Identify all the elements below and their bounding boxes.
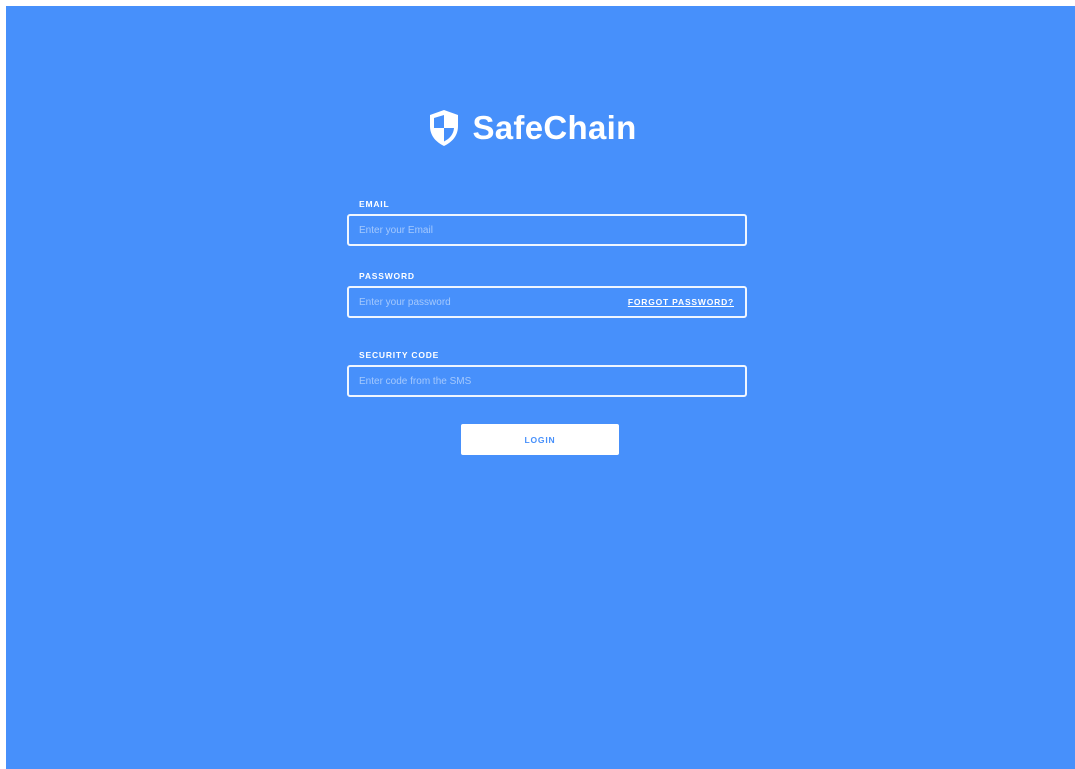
password-label: PASSWORD	[359, 271, 415, 281]
security-code-input[interactable]	[359, 367, 629, 395]
brand-name: SafeChain	[472, 109, 637, 146]
password-field[interactable]: FORGOT PASSWORD?	[347, 286, 747, 318]
login-button[interactable]: LOGIN	[461, 424, 619, 455]
security-code-label: SECURITY CODE	[359, 350, 440, 360]
brand-header: SafeChain	[0, 108, 1075, 148]
brand-logo: SafeChain	[428, 108, 636, 148]
password-input[interactable]	[359, 288, 629, 316]
forgot-password-link[interactable]: FORGOT PASSWORD?	[628, 288, 734, 316]
shield-icon	[430, 110, 459, 146]
email-field[interactable]	[347, 214, 747, 246]
email-label: EMAIL	[359, 199, 390, 209]
security-code-field[interactable]	[347, 365, 747, 397]
email-input[interactable]	[359, 216, 629, 244]
